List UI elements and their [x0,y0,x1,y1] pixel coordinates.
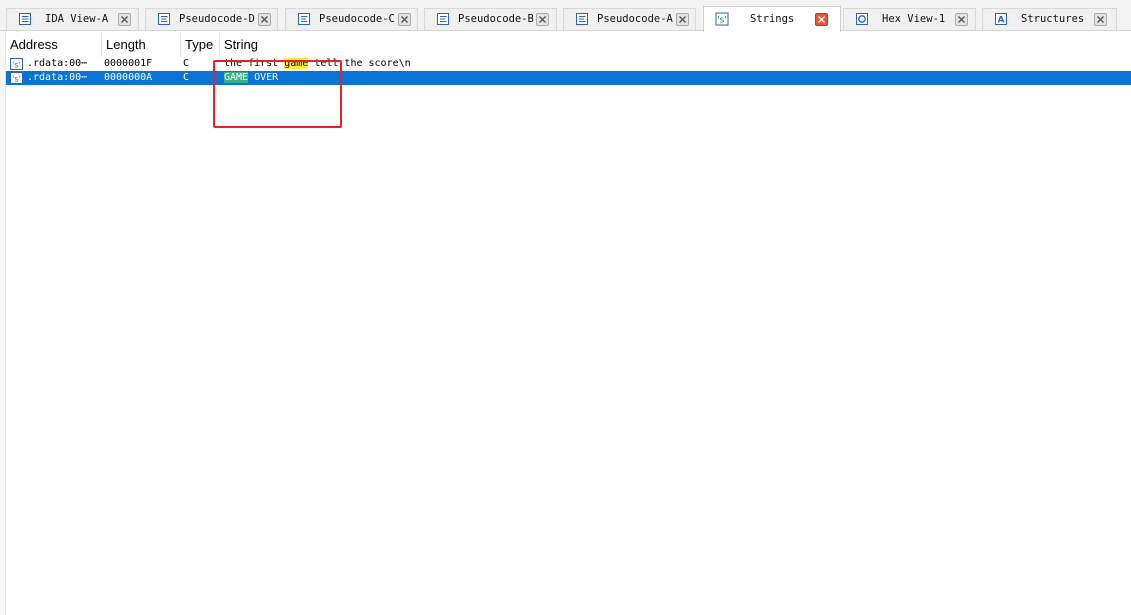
table-row[interactable]: 's' .rdata:00⋯ 0000001F C the first game… [6,57,1131,71]
tab-label: Strings [750,13,795,25]
string-text: the first [224,58,285,69]
tab-structures[interactable]: A Structures [982,8,1117,30]
close-icon[interactable] [536,13,549,26]
pseudocode-icon [298,13,310,25]
tab-hex-view-1[interactable]: Hex View-1 [843,8,976,30]
table-row-selected[interactable]: 's' .rdata:00⋯ 0000000A C GAME OVER [6,71,1131,85]
table-header: Address Length Type String [6,33,1131,57]
tab-pseudocode-a[interactable]: Pseudocode-A [563,8,696,30]
close-icon[interactable] [955,13,968,26]
tab-pseudocode-c[interactable]: Pseudocode-C [285,8,418,30]
tab-label: Pseudocode-B [458,13,534,25]
string-item-icon: 's' [10,72,23,84]
type-cell: C [183,72,190,83]
close-icon[interactable] [676,13,689,26]
tab-label: IDA View-A [45,13,109,25]
tab-label: Pseudocode-C [319,13,395,25]
pseudocode-icon [158,13,170,25]
close-icon[interactable] [258,13,271,26]
tab-strings[interactable]: 's' Strings [703,6,841,32]
close-icon[interactable] [815,13,828,26]
column-header-length[interactable]: Length [102,33,181,57]
column-header-type[interactable]: Type [181,33,220,57]
close-icon[interactable] [118,13,131,26]
tab-bar: IDA View-A Pseudocode-D Pseudocode-C Pse… [0,0,1131,32]
string-cell: the first game tell the score\n [224,57,1124,71]
length-cell: 0000001F [104,58,153,69]
string-cell: GAME OVER [224,71,1124,85]
tab-label: Hex View-1 [882,13,946,25]
svg-text:'s': 's' [717,16,727,26]
address-cell: .rdata:00⋯ [27,72,88,83]
tab-ida-view-a[interactable]: IDA View-A [6,8,139,30]
string-item-icon: 's' [10,58,23,70]
pseudocode-icon [437,13,449,25]
address-cell: .rdata:00⋯ [27,58,88,69]
tab-label: Structures [1021,13,1085,25]
svg-text:'s': 's' [12,75,21,84]
search-match-highlight: game [284,58,309,69]
pseudocode-icon [576,13,588,25]
tab-label: Pseudocode-D [179,13,255,25]
string-text: tell the score\n [308,58,411,69]
listing-icon [19,13,31,25]
strings-icon: 's' [715,12,729,26]
close-icon[interactable] [398,13,411,26]
length-cell: 0000000A [104,72,153,83]
panel-left-edge [0,31,6,615]
svg-text:'s': 's' [12,61,21,70]
tab-label: Pseudocode-A [597,13,673,25]
close-icon[interactable] [1094,13,1107,26]
hex-icon [856,13,868,25]
column-header-address[interactable]: Address [6,33,102,57]
strings-table: 's' .rdata:00⋯ 0000001F C the first game… [6,57,1131,85]
structures-icon: A [995,13,1007,26]
tab-pseudocode-b[interactable]: Pseudocode-B [424,8,557,30]
type-cell: C [183,58,190,69]
tab-pseudocode-d[interactable]: Pseudocode-D [145,8,278,30]
string-text: OVER [248,72,279,83]
search-match-highlight: GAME [224,72,249,83]
svg-text:A: A [998,16,1005,26]
column-header-string[interactable]: String [220,33,1131,57]
